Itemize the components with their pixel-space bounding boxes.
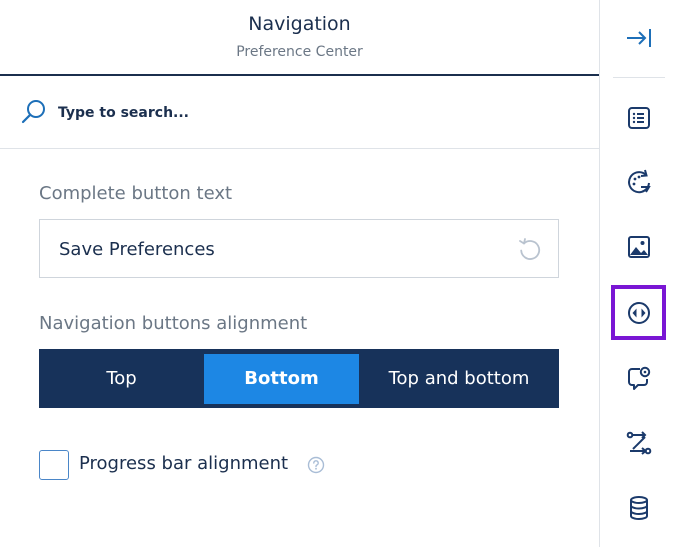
list-icon[interactable]	[623, 102, 655, 134]
panel-subtitle: Preference Center	[236, 44, 363, 60]
progress-bar-label: Progress bar alignment	[79, 453, 289, 474]
alignment-segmented-control: Top Bottom Top and bottom	[39, 349, 559, 408]
search-input[interactable]	[58, 102, 558, 124]
flow-icon[interactable]	[623, 427, 655, 459]
search-bar	[0, 78, 599, 149]
image-icon[interactable]	[623, 231, 655, 263]
navigation-panel: Navigation Preference Center Complete bu…	[0, 0, 599, 547]
navigation-icon[interactable]	[623, 297, 655, 329]
alignment-option-bottom[interactable]: Bottom	[204, 354, 359, 404]
refresh-palette-icon[interactable]	[623, 166, 655, 198]
rail-divider	[613, 77, 665, 78]
panel-title: Navigation	[248, 13, 351, 35]
right-sidebar	[599, 0, 675, 547]
reset-icon[interactable]	[516, 235, 544, 263]
progress-bar-checkbox[interactable]	[39, 450, 69, 480]
database-icon[interactable]	[623, 492, 655, 524]
alignment-option-top-and-bottom[interactable]: Top and bottom	[360, 350, 558, 407]
complete-button-text-label: Complete button text	[39, 183, 233, 204]
collapse-panel-icon[interactable]	[623, 22, 655, 54]
search-icon[interactable]	[21, 99, 47, 125]
alignment-option-top[interactable]: Top	[40, 350, 203, 407]
settings-chat-icon[interactable]	[623, 362, 655, 394]
complete-button-text-input[interactable]	[59, 236, 499, 262]
navigation-alignment-label: Navigation buttons alignment	[39, 313, 308, 334]
help-icon[interactable]	[307, 456, 325, 474]
panel-header: Navigation Preference Center	[0, 0, 599, 76]
complete-button-text-field[interactable]	[39, 219, 559, 278]
